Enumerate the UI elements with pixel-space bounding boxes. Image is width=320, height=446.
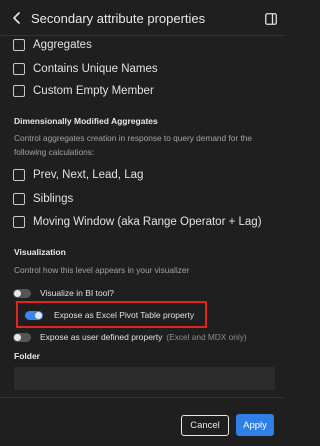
- contains-unique-names-checkbox-row[interactable]: Contains Unique Names: [13, 60, 158, 78]
- apply-button[interactable]: Apply: [236, 414, 274, 436]
- visualize-in-bi-tool-toggle[interactable]: [13, 288, 31, 298]
- expose-user-defined-property-toggle[interactable]: [13, 332, 31, 342]
- folder-label: Folder: [14, 351, 40, 361]
- cancel-button[interactable]: Cancel: [181, 415, 229, 436]
- folder-input[interactable]: [14, 367, 275, 390]
- toggle-knob: [35, 311, 42, 319]
- toggle-label: Visualize in BI tool?: [40, 288, 115, 298]
- prev-next-lead-lag-checkbox-row[interactable]: Prev, Next, Lead, Lag: [13, 166, 143, 184]
- checkbox-label: Siblings: [33, 193, 74, 205]
- toggle-knob: [14, 289, 21, 297]
- toggle-label: Expose as Excel Pivot Table property: [54, 310, 195, 320]
- moving-window-checkbox-row[interactable]: Moving Window (aka Range Operator + Lag): [13, 213, 262, 231]
- aggregates-checkbox-row[interactable]: Aggregates: [13, 36, 92, 54]
- checkbox-label: Custom Empty Member: [33, 85, 154, 97]
- visualize-in-bi-tool-toggle-row[interactable]: Visualize in BI tool?: [13, 286, 114, 300]
- siblings-checkbox-row[interactable]: Siblings: [13, 190, 73, 208]
- panel-footer: Cancel Apply: [0, 397, 284, 446]
- expose-excel-pivot-toggle[interactable]: [25, 310, 43, 320]
- checkbox-label: Aggregates: [33, 39, 92, 51]
- expose-user-defined-property-toggle-row[interactable]: Expose as user defined property (Excel a…: [13, 330, 247, 344]
- panel-title: Secondary attribute properties: [31, 11, 206, 26]
- toggle-knob: [14, 333, 21, 341]
- prev-next-lead-lag-checkbox[interactable]: [13, 169, 25, 181]
- contains-unique-names-checkbox[interactable]: [13, 63, 25, 75]
- toggle-label: Expose as user defined property: [40, 332, 163, 342]
- toggle-hint: (Excel and MDX only): [166, 332, 247, 342]
- checkbox-label: Moving Window (aka Range Operator + Lag): [33, 216, 262, 228]
- panel-toggle-icon[interactable]: [265, 12, 277, 25]
- custom-empty-member-checkbox-row[interactable]: Custom Empty Member: [13, 82, 154, 100]
- siblings-checkbox[interactable]: [13, 193, 25, 205]
- section-description-dimensionally-modified: Control aggregates creation in response …: [14, 133, 252, 157]
- expose-excel-pivot-toggle-row[interactable]: Expose as Excel Pivot Table property: [25, 308, 194, 322]
- checkbox-label: Contains Unique Names: [33, 63, 158, 75]
- checkbox-label: Prev, Next, Lead, Lag: [33, 169, 144, 181]
- section-title-visualization: Visualization: [14, 247, 66, 257]
- section-title-dimensionally-modified: Dimensionally Modified Aggregates: [14, 116, 158, 126]
- panel-header: Secondary attribute properties: [0, 0, 284, 36]
- section-description-visualization: Control how this level appears in your v…: [14, 265, 190, 275]
- aggregates-checkbox[interactable]: [13, 39, 25, 51]
- chevron-left-icon[interactable]: [10, 10, 24, 26]
- custom-empty-member-checkbox[interactable]: [13, 85, 25, 97]
- moving-window-checkbox[interactable]: [13, 216, 25, 228]
